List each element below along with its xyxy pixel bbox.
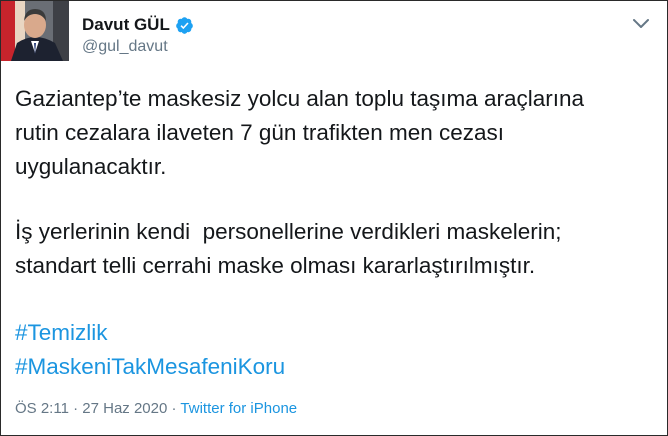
tweet-paragraph-1: Gaziantep’te maskesiz yolcu alan toplu t…: [15, 82, 584, 184]
tweet-time[interactable]: ÖS 2:11: [15, 400, 69, 417]
verified-badge-icon: [176, 16, 193, 34]
tweet-meta: ÖS 2:11 · 27 Haz 2020 · Twitter for iPho…: [15, 400, 297, 417]
tweet-line: uygulanacaktır.: [15, 154, 167, 179]
tweet-card: Davut GÜL @gul_davut Gaziantep’te maskes…: [0, 0, 668, 436]
hashtag-link[interactable]: #Temizlik: [15, 320, 108, 345]
tweet-line: Gaziantep’te maskesiz yolcu alan toplu t…: [15, 86, 585, 111]
meta-separator: ·: [167, 400, 181, 417]
chevron-down-icon[interactable]: [632, 17, 650, 29]
tweet-source-link[interactable]: Twitter for iPhone: [180, 400, 297, 417]
tweet-hashtags: #Temizlik #MaskeniTakMesafeniKoru: [15, 316, 285, 384]
tweet-line: İş yerlerinin kendi personellerine verdi…: [15, 219, 562, 244]
author-handle[interactable]: @gul_davut: [82, 38, 194, 56]
tweet-line: standart telli cerrahi maske olması kara…: [15, 253, 536, 278]
avatar[interactable]: [1, 1, 69, 61]
tweet-paragraph-2: İş yerlerinin kendi personellerine verdi…: [15, 215, 561, 283]
author-display-name[interactable]: Davut GÜL: [82, 15, 170, 35]
author-name-row: Davut GÜL: [82, 14, 194, 36]
meta-separator: ·: [68, 400, 83, 417]
tweet-date[interactable]: 27 Haz 2020: [82, 400, 167, 417]
hashtag-link[interactable]: #MaskeniTakMesafeniKoru: [15, 354, 285, 379]
avatar-photo: [1, 1, 69, 61]
author-block: Davut GÜL @gul_davut: [82, 14, 194, 56]
tweet-line: rutin cezalara ilaveten 7 gün trafikten …: [15, 120, 505, 145]
